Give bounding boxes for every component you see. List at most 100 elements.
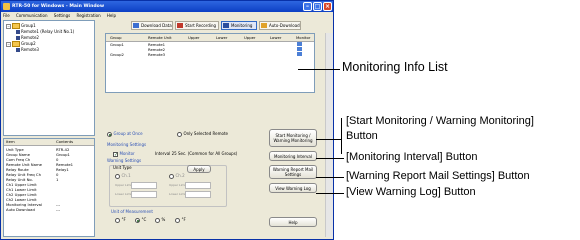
monitoring-interval-button[interactable]: Monitoring Interval	[269, 151, 317, 161]
radio-icon	[115, 217, 120, 223]
monitoring-settings-label: Monitoring Settings	[107, 142, 147, 147]
radio-icon	[177, 131, 182, 137]
download-icon	[133, 23, 139, 28]
property-header: Item Contents	[4, 139, 94, 146]
table-row[interactable]: Group2 Remote3	[106, 52, 314, 57]
collapse-icon[interactable]: −	[6, 41, 11, 47]
record-icon	[177, 23, 183, 28]
callout-start-monitoring-line1: [Start Monitoring / Warning Monitoring]	[346, 115, 534, 127]
radio-selected-icon	[135, 217, 140, 223]
maximize-button[interactable]: □	[313, 2, 322, 11]
monitor-icon	[223, 23, 229, 28]
radio-icon	[115, 173, 120, 179]
start-recording-button[interactable]: Start Recording	[175, 21, 219, 30]
interval-text: Interval 25 Sec. (Common for All Groups)	[155, 151, 238, 156]
callout-monitoring-interval: [Monitoring Interval] Button	[346, 151, 478, 163]
unit-percent-radio[interactable]: %	[155, 217, 165, 223]
monitoring-tab[interactable]: Monitoring	[221, 21, 257, 30]
col-lower-2[interactable]: Lower	[270, 34, 281, 41]
ch1-radio[interactable]: Ch.1	[115, 173, 131, 179]
col-group[interactable]: Group	[110, 34, 122, 41]
apply-button[interactable]: Apply	[187, 165, 211, 173]
callout-line-log	[316, 193, 344, 194]
warning-settings-label: Warning Settings	[107, 158, 142, 163]
unit-c-radio[interactable]: °C	[135, 217, 146, 223]
ch1-upper-limit-field[interactable]	[131, 182, 157, 189]
window-title: RTR-50 for Windows - Main Window	[12, 4, 105, 9]
remote-unit-icon	[16, 36, 20, 40]
toolbar: Download Data Start Recording Monitoring…	[97, 20, 333, 31]
app-icon	[3, 3, 10, 10]
close-button[interactable]: ×	[323, 2, 332, 11]
minimize-button[interactable]: –	[303, 2, 312, 11]
collapse-icon[interactable]: −	[6, 23, 11, 29]
callout-view-warning-log: [View Warning Log] Button	[346, 186, 476, 198]
grid-header: Group Remote Unit Upper Lower Upper Lowe…	[106, 34, 314, 42]
header-item[interactable]: Item	[6, 139, 15, 145]
ch1-lower-limit-field[interactable]	[131, 191, 157, 198]
checkmark-icon: ✓	[113, 151, 119, 158]
radio-icon	[155, 217, 160, 223]
unit-type-label: Unit Type	[113, 165, 132, 170]
callout-line-info-list	[298, 69, 340, 70]
monitoring-controls: Group at Once Only Selected Remote Monit…	[97, 127, 333, 239]
monitoring-info-list: Group Remote Unit Upper Lower Upper Lowe…	[105, 33, 315, 93]
unit-f-radio[interactable]: °F	[115, 217, 126, 223]
view-warning-log-button[interactable]: View Warning Log	[269, 183, 317, 193]
menu-bar: File Communication Settings Registration…	[1, 12, 333, 19]
ch2-radio[interactable]: Ch.2	[169, 173, 185, 179]
radio-icon	[169, 173, 174, 179]
ch1-lower-limit-label: Lower Limit	[115, 192, 133, 196]
callout-line-mail	[316, 177, 344, 178]
col-lower-1[interactable]: Lower	[216, 34, 227, 41]
title-bar: RTR-50 for Windows - Main Window – □ ×	[1, 1, 333, 12]
cell-remote: Remote3	[148, 52, 166, 57]
mode-all-radio[interactable]: Group at Once	[107, 131, 143, 137]
tree-item-remote1[interactable]: Remote1 (Relay Unit No.1)	[16, 29, 74, 35]
property-name: Auto Download	[6, 207, 35, 212]
help-button[interactable]: Help	[269, 217, 317, 227]
col-remote-unit[interactable]: Remote Unit	[148, 34, 172, 41]
vertical-scrollbar[interactable]	[325, 33, 333, 237]
callout-warning-report-mail: [Warning Report Mail Settings] Button	[346, 170, 530, 182]
menu-communication[interactable]: Communication	[16, 13, 48, 18]
unit-tree: − Group1 Remote1 (Relay Unit No.1) Remote…	[3, 20, 95, 136]
header-contents[interactable]: Contents	[56, 139, 73, 145]
auto-download-icon	[261, 23, 267, 28]
col-upper-2[interactable]: Upper	[244, 34, 256, 41]
radio-selected-icon	[107, 131, 112, 137]
menu-settings[interactable]: Settings	[54, 13, 70, 18]
callout-start-monitoring-line2: Button	[346, 130, 378, 142]
auto-download-button[interactable]: Auto-Download	[259, 21, 301, 30]
property-row: Auto Download ---	[4, 207, 94, 212]
col-upper-1[interactable]: Upper	[188, 34, 200, 41]
callout-monitoring-info-list: Monitoring Info List	[342, 60, 448, 74]
monitor-indicator	[297, 42, 302, 46]
col-monitor[interactable]: Monitor	[296, 34, 310, 41]
property-value: ---	[56, 207, 61, 212]
menu-help[interactable]: Help	[107, 13, 116, 18]
start-monitoring-button[interactable]: Start Monitoring / Warning Monitoring	[269, 129, 317, 147]
ch2-upper-limit-label: Upper Limit	[169, 183, 187, 187]
unit-f2-radio[interactable]: °F	[175, 217, 186, 223]
monitor-checkbox[interactable]: ✓Monitor	[113, 151, 135, 157]
remote-unit-icon	[16, 30, 20, 34]
property-list: Item Contents Unit Type RTR-42 Group Name…	[3, 138, 95, 237]
warning-report-mail-settings-button[interactable]: Warning Report Mail Settings	[269, 165, 317, 179]
menu-registration[interactable]: Registration	[76, 13, 100, 18]
monitor-indicator	[297, 52, 302, 56]
monitor-indicator	[297, 47, 302, 51]
ch2-lower-limit-field[interactable]	[185, 191, 211, 198]
mode-selected-radio[interactable]: Only Selected Remote	[177, 131, 228, 137]
ch2-lower-limit-label: Lower Limit	[169, 192, 187, 196]
radio-icon	[175, 217, 180, 223]
ch2-upper-limit-field[interactable]	[185, 182, 211, 189]
callout-bracket-start	[341, 118, 342, 154]
tree-item-remote3[interactable]: Remote3	[16, 47, 39, 53]
menu-file[interactable]: File	[3, 13, 10, 18]
unit-measurement-label: Unit of Measurement	[111, 209, 154, 214]
cell-group: Group2	[110, 52, 124, 57]
ch1-upper-limit-label: Upper Limit	[115, 183, 133, 187]
download-data-button[interactable]: Download Data	[131, 21, 173, 30]
tree-item-remote2[interactable]: Remote2	[16, 35, 39, 41]
